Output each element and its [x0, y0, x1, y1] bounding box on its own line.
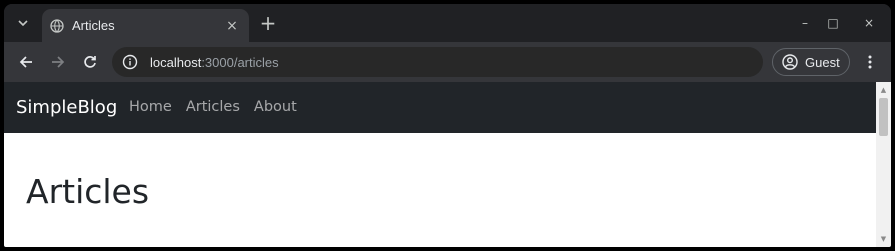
arrow-right-icon — [51, 55, 65, 69]
nav-link-articles[interactable]: Articles — [186, 99, 240, 115]
address-bar[interactable]: localhost:3000/articles — [112, 47, 763, 77]
browser-toolbar: localhost:3000/articles Guest — [4, 42, 891, 82]
scroll-down-arrow-icon[interactable]: ▼ — [876, 233, 891, 245]
nav-link-about[interactable]: About — [254, 99, 297, 115]
close-icon[interactable]: × — [223, 18, 241, 34]
chevron-down-icon[interactable] — [10, 10, 36, 36]
forward-button[interactable] — [45, 49, 71, 75]
reload-icon — [83, 55, 97, 69]
url-text: localhost:3000/articles — [150, 55, 279, 70]
kebab-menu-icon[interactable] — [858, 50, 882, 74]
globe-icon — [50, 18, 64, 33]
profile-button[interactable]: Guest — [772, 48, 850, 76]
nav-link-home[interactable]: Home — [129, 99, 172, 115]
back-button[interactable] — [13, 49, 39, 75]
reload-button[interactable] — [77, 49, 103, 75]
maximize-button[interactable]: □ — [821, 12, 845, 36]
url-host: localhost — [150, 54, 202, 70]
scrollbar-thumb[interactable] — [879, 98, 888, 136]
vertical-scrollbar[interactable]: ▲ ▼ — [876, 82, 891, 247]
tab-strip: Articles × + – □ × — [4, 4, 891, 42]
page-title: Articles — [26, 172, 150, 211]
info-icon[interactable] — [122, 54, 138, 70]
page-viewport: SimpleBlog Home Articles About Articles — [4, 82, 876, 247]
nav-links: Home Articles About — [129, 99, 297, 115]
tab-articles[interactable]: Articles × — [42, 9, 249, 42]
account-circle-icon — [782, 54, 798, 70]
minimize-button[interactable]: – — [793, 12, 817, 36]
brand-link[interactable]: SimpleBlog — [16, 97, 117, 118]
profile-label: Guest — [805, 54, 840, 70]
close-window-button[interactable]: × — [857, 12, 881, 36]
new-tab-button[interactable]: + — [256, 12, 280, 36]
arrow-left-icon — [19, 55, 33, 69]
scroll-up-arrow-icon[interactable]: ▲ — [876, 84, 891, 96]
browser-window: Articles × + – □ × localhost:3000/articl… — [4, 4, 891, 247]
tab-title: Articles — [72, 18, 115, 33]
site-navbar: SimpleBlog Home Articles About — [4, 82, 876, 133]
url-path: :3000/articles — [201, 54, 279, 70]
